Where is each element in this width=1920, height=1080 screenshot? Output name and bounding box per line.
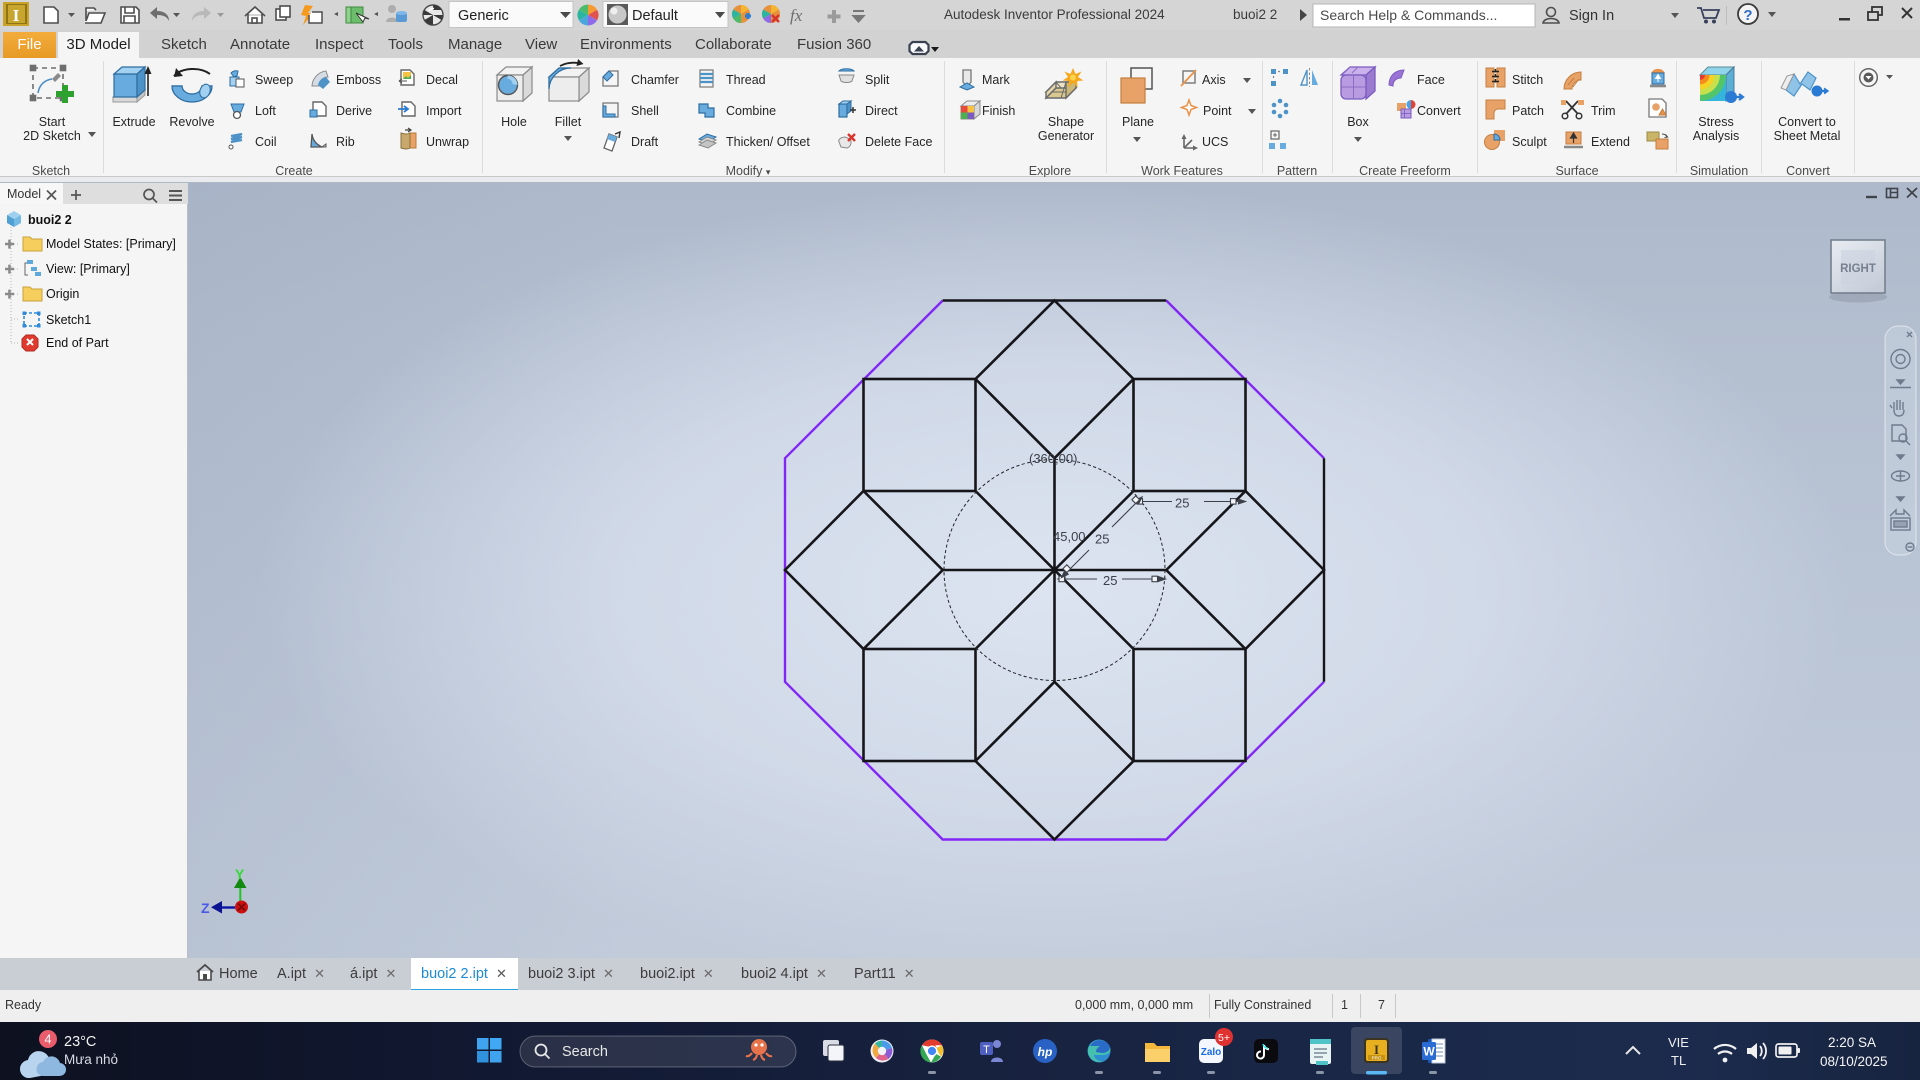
svg-text:Origin: Origin bbox=[46, 287, 79, 301]
svg-text:Mưa nhỏ: Mưa nhỏ bbox=[64, 1052, 118, 1067]
svg-text:Generic: Generic bbox=[458, 8, 509, 24]
svg-text:08/10/2025: 08/10/2025 bbox=[1820, 1054, 1888, 1069]
svg-text:25: 25 bbox=[1175, 496, 1189, 511]
svg-text:5+: 5+ bbox=[1218, 1032, 1230, 1044]
svg-text:Search: Search bbox=[562, 1044, 608, 1060]
svg-text:W: W bbox=[1423, 1045, 1435, 1059]
svg-text:Z: Z bbox=[201, 900, 210, 916]
svg-text:23°C: 23°C bbox=[64, 1034, 96, 1050]
svg-text:2:20 SA: 2:20 SA bbox=[1828, 1035, 1876, 1050]
svg-text:Sketch1: Sketch1 bbox=[46, 313, 91, 327]
svg-text:T: T bbox=[983, 1044, 990, 1056]
svg-text:TL: TL bbox=[1671, 1053, 1686, 1068]
svg-text:PRO: PRO bbox=[1372, 1056, 1382, 1061]
svg-text:buoi2 2: buoi2 2 bbox=[28, 213, 72, 227]
svg-text:VIE: VIE bbox=[1668, 1035, 1689, 1050]
svg-text:4: 4 bbox=[45, 1033, 52, 1047]
svg-text:fx: fx bbox=[790, 6, 803, 25]
svg-text:Y: Y bbox=[235, 866, 245, 882]
svg-text:Model States: [Primary]: Model States: [Primary] bbox=[46, 237, 176, 251]
svg-text:25: 25 bbox=[1103, 573, 1117, 588]
svg-text:Sign In: Sign In bbox=[1569, 8, 1614, 24]
svg-text:25: 25 bbox=[1095, 532, 1109, 547]
svg-text:View: [Primary]: View: [Primary] bbox=[46, 262, 130, 276]
svg-text:End of Part: End of Part bbox=[46, 336, 109, 350]
svg-text:hp: hp bbox=[1038, 1045, 1053, 1059]
svg-text:I: I bbox=[13, 6, 20, 25]
svg-text:45,00: 45,00 bbox=[1053, 529, 1086, 544]
svg-text:?: ? bbox=[1743, 7, 1752, 24]
svg-text:Default: Default bbox=[632, 8, 678, 24]
svg-text:Model: Model bbox=[7, 187, 41, 201]
svg-text:(360,00): (360,00) bbox=[1029, 451, 1077, 466]
svg-text:RIGHT: RIGHT bbox=[1840, 263, 1876, 275]
svg-text:Zalo: Zalo bbox=[1201, 1047, 1222, 1058]
svg-text:Search Help & Commands...: Search Help & Commands... bbox=[1320, 7, 1497, 23]
